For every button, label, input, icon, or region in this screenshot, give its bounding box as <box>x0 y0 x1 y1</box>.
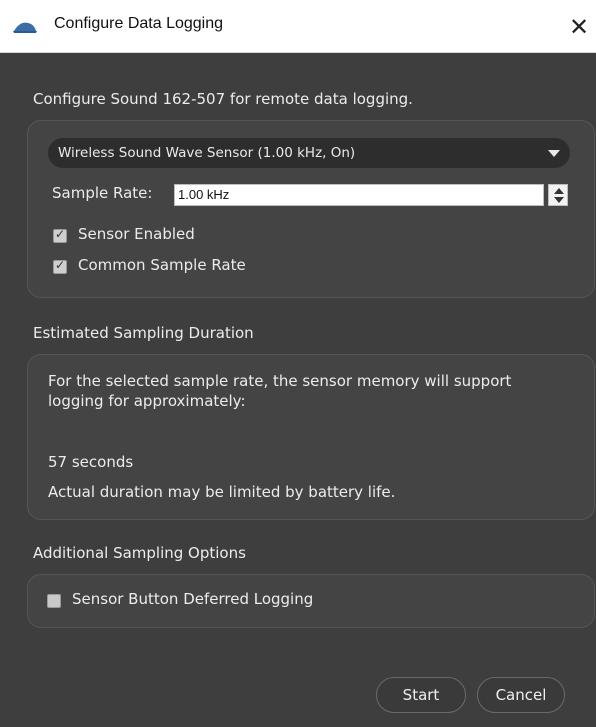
duration-note: Actual duration may be limited by batter… <box>48 483 396 501</box>
close-icon[interactable]: ✕ <box>562 10 596 44</box>
app-logo-icon <box>13 22 37 33</box>
window-title: Configure Data Logging <box>54 15 224 32</box>
common-sample-rate-checkbox[interactable]: ✓ <box>53 258 67 274</box>
intro-text: Configure Sound 162-507 for remote data … <box>33 90 413 108</box>
spinner-up-icon[interactable] <box>554 188 564 194</box>
sample-rate-spinner[interactable] <box>548 184 568 206</box>
additional-options-heading: Additional Sampling Options <box>33 544 246 562</box>
sample-rate-label: Sample Rate: <box>52 184 153 202</box>
sensor-enabled-checkbox[interactable]: ✓ <box>53 227 67 243</box>
duration-description: For the selected sample rate, the sensor… <box>48 372 512 410</box>
start-button[interactable]: Start <box>376 677 466 713</box>
deferred-logging-label: Sensor Button Deferred Logging <box>72 590 314 608</box>
checkmark-icon: ✓ <box>55 258 66 272</box>
sensor-select[interactable]: Wireless Sound Wave Sensor (1.00 kHz, On… <box>48 138 570 168</box>
common-sample-rate-label: Common Sample Rate <box>78 256 246 274</box>
title-bar[interactable]: Configure Data Logging ✕ <box>0 0 596 53</box>
sensor-select-value: Wireless Sound Wave Sensor (1.00 kHz, On… <box>58 145 356 161</box>
sensor-enabled-label: Sensor Enabled <box>78 225 195 243</box>
chevron-down-icon <box>548 150 560 157</box>
sample-rate-input[interactable]: 1.00 kHz <box>174 184 544 206</box>
duration-value: 57 seconds <box>48 453 134 471</box>
deferred-logging-checkbox[interactable] <box>47 594 61 608</box>
cancel-button[interactable]: Cancel <box>477 677 565 713</box>
spinner-down-icon[interactable] <box>554 197 564 203</box>
checkmark-icon: ✓ <box>55 227 66 241</box>
duration-heading: Estimated Sampling Duration <box>33 324 254 342</box>
configure-data-logging-window: Configure Data Logging ✕ Configure Sound… <box>0 0 596 727</box>
